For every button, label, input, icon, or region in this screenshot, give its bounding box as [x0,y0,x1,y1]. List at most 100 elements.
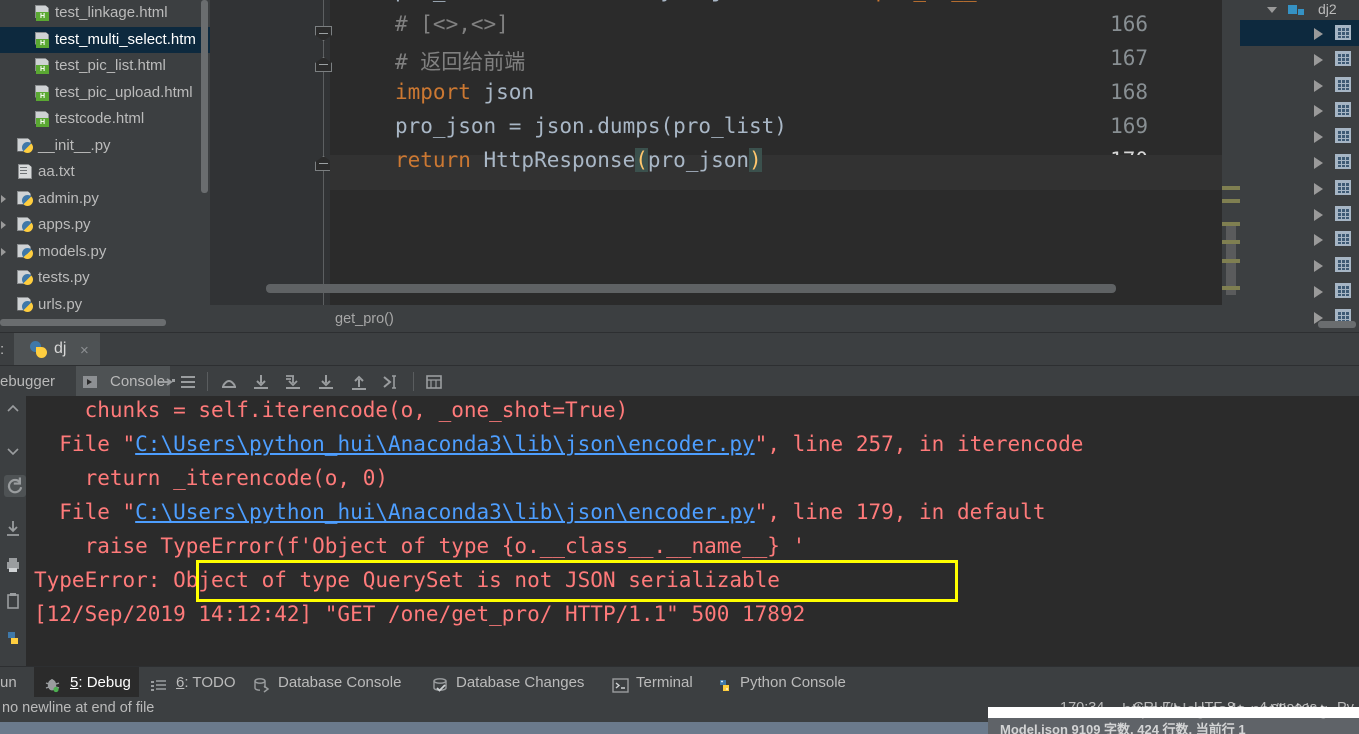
chevron-right-icon[interactable] [1,221,6,229]
editor-gutter[interactable] [210,0,330,305]
expand-triangle-icon[interactable] [1314,260,1323,273]
tree-item[interactable]: aa.txt [0,159,210,186]
soft-wrap-icon[interactable] [179,373,197,391]
project-tree-vertical-scrollbar[interactable] [201,0,208,193]
run-to-cursor-icon[interactable] [382,373,400,391]
database-table-row[interactable] [1240,175,1359,201]
scroll-up-icon[interactable] [4,400,22,418]
expand-triangle-icon[interactable] [1314,28,1323,40]
tree-item-label: urls.py [38,295,83,313]
code-text-area[interactable]: pro_list = models.City.objects.filter(pi… [330,0,1240,305]
rerun-icon[interactable] [4,475,26,497]
html-file-icon [34,5,50,22]
expand-triangle-icon[interactable] [1314,79,1323,92]
database-table-row[interactable] [1240,226,1359,252]
tab-database-console[interactable]: Database Console [254,667,401,698]
table-icon [1335,128,1351,144]
run-configuration-tab-dj[interactable]: dj × [14,333,100,366]
step-into-icon[interactable] [252,373,270,391]
expand-triangle-icon[interactable] [1314,286,1323,298]
step-out-icon[interactable] [350,373,368,391]
console-line: raise TypeError(f'Object of type {o.__cl… [34,534,806,558]
tree-item[interactable]: urls.py [0,292,210,319]
clipboard-icon[interactable] [4,592,22,610]
database-table-row[interactable] [1240,20,1359,46]
tree-item[interactable]: models.py [0,239,210,266]
tree-item[interactable]: test_pic_upload.html [0,80,210,107]
expand-triangle-icon[interactable] [1314,234,1323,247]
breadcrumb[interactable]: get_pro() [210,305,1240,333]
debugger-tab[interactable]: ebugger [0,366,55,397]
database-table-row[interactable] [1240,278,1359,304]
chevron-right-icon[interactable] [1,247,6,256]
text-file-icon [17,164,33,181]
code-line[interactable]: # [<>,<>] [395,12,509,36]
expand-triangle-icon[interactable] [1314,157,1323,169]
expand-triangle-icon[interactable] [1314,131,1323,144]
tree-item[interactable]: testcode.html [0,106,210,133]
database-panel[interactable]: dj2 [1240,0,1359,332]
tree-item[interactable]: admin.py [0,186,210,213]
table-icon [1335,76,1351,92]
evaluate-expression-icon[interactable] [425,373,443,391]
tree-item[interactable]: __init__.py [0,133,210,160]
expand-triangle-icon[interactable] [1314,105,1323,118]
database-table-row[interactable] [1240,123,1359,149]
step-into-my-code-icon[interactable] [317,373,335,391]
code-line[interactable]: return HttpResponse(pro_json) [395,148,762,172]
watermark: https://blog.csdn.net/liubing [1122,700,1329,719]
tab-database-changes[interactable]: Database Changes [432,667,584,698]
toolbar-separator [207,372,208,391]
database-panel-scrollbar[interactable] [1318,321,1356,328]
expand-triangle-icon[interactable] [1314,182,1323,195]
step-over-icon[interactable] [220,373,238,391]
tab-python-console[interactable]: Python Console [716,667,846,698]
force-step-into-icon[interactable] [284,373,302,391]
code-line[interactable]: pro_json = json.dumps(pro_list) [395,114,787,138]
scroll-down-icon[interactable] [4,442,22,460]
tab-debug[interactable]: 5: Debug [34,667,139,698]
tree-item[interactable]: tests.py [0,265,210,292]
database-table-row[interactable] [1240,201,1359,227]
database-table-row[interactable] [1240,149,1359,175]
tree-item[interactable]: test_pic_list.html [0,53,210,80]
project-tree-panel[interactable]: test_linkage.html test_multi_select.htmte… [0,0,210,332]
tree-item[interactable]: apps.py [0,212,210,239]
wrap-to-console-icon[interactable] [158,373,176,391]
database-panel-header: dj2 [1240,0,1359,20]
expand-triangle-icon[interactable] [1314,208,1323,221]
database-table-row[interactable] [1240,46,1359,72]
expand-triangle-icon[interactable] [1314,53,1323,66]
code-line[interactable]: # 返回给前端 [395,46,525,76]
annotation-highlight-box [196,560,958,602]
html-file-icon [34,111,50,128]
tab-run[interactable]: un [0,667,17,698]
tab-terminal[interactable]: Terminal [612,667,693,698]
database-table-row[interactable] [1240,252,1359,278]
chevron-down-icon[interactable] [1267,7,1277,13]
print-icon[interactable] [4,556,22,574]
tree-item-label: test_pic_list.html [55,57,166,74]
editor-horizontal-scrollbar[interactable] [266,284,1116,293]
tree-item[interactable]: test_multi_select.htm [0,26,210,53]
code-line[interactable]: pro_list = models.City.objects.filter(pi… [395,0,1103,2]
database-table-row[interactable] [1240,97,1359,123]
project-tree-horizontal-scrollbar[interactable] [0,319,166,326]
python-console-icon[interactable] [4,629,22,647]
debug-console-output[interactable]: chunks = self.iterencode(o, _one_shot=Tr… [0,396,1359,666]
close-icon[interactable]: × [80,342,89,359]
editor-vertical-scrollbar[interactable] [1222,0,1240,305]
code-editor[interactable]: 165166167168169170 pro_list = models.Cit… [210,0,1240,305]
database-name-label: dj2 [1318,1,1337,17]
tree-item[interactable]: test_linkage.html [0,0,210,27]
console-file-link[interactable]: C:\Users\python_hui\Anaconda3\lib\json\e… [135,500,755,524]
chevron-right-icon[interactable] [1,194,6,203]
code-line[interactable]: import json [395,80,534,104]
scroll-to-end-icon[interactable] [4,519,22,537]
database-table-row[interactable] [1240,72,1359,98]
console-run-icon [82,373,100,391]
console-text: ", line 179, in default [754,500,1046,524]
console-file-link[interactable]: C:\Users\python_hui\Anaconda3\lib\json\e… [135,432,755,456]
tab-todo[interactable]: 6: TODO [150,667,235,698]
console-text: File " [34,500,136,524]
